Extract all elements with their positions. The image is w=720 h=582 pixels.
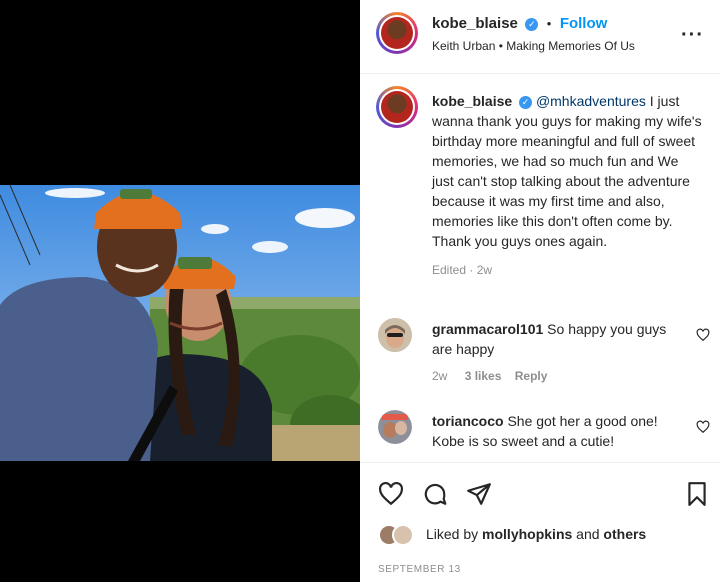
post-date: SEPTEMBER 13 — [378, 564, 461, 575]
author-avatar[interactable] — [376, 12, 418, 54]
caption-body: I just wanna thank you guys for making m… — [432, 93, 702, 249]
comment-avatar[interactable] — [378, 318, 412, 352]
post-actions: Liked by mollyhopkins and others SEPTEMB… — [360, 462, 720, 582]
liked-by-others[interactable]: others — [603, 526, 646, 542]
author-username[interactable]: kobe_blaise — [432, 15, 518, 32]
post-panel: kobe_blaise ✓ • Follow Keith Urban • Mak… — [360, 0, 720, 582]
liked-by-text: Liked by mollyhopkins and others — [426, 526, 646, 542]
comment-icon[interactable] — [422, 481, 448, 507]
liked-by-avatars[interactable] — [378, 524, 422, 548]
verified-icon: ✓ — [525, 18, 539, 31]
comment-age: 2w — [432, 369, 448, 383]
selfie-image — [0, 185, 360, 461]
caption-meta: Edited · 2w — [432, 263, 493, 277]
follow-button[interactable]: Follow — [560, 15, 608, 32]
heart-icon[interactable] — [696, 328, 710, 342]
separator-dot: • — [546, 16, 552, 31]
comment-username[interactable]: toriancoco — [432, 413, 504, 429]
comment-text: toriancoco She got her a good one! Kobe … — [432, 411, 684, 451]
comment-likes[interactable]: 3 likes — [465, 369, 502, 383]
comment-meta: 2w 3 likes Reply — [432, 369, 547, 383]
verified-icon: ✓ — [519, 96, 533, 109]
bookmark-icon[interactable] — [684, 481, 710, 507]
caption-username[interactable]: kobe_blaise — [432, 93, 512, 109]
comment-text: grammacarol101 So happy you guys are hap… — [432, 319, 684, 359]
post-media — [0, 0, 360, 582]
liked-by-prefix: Liked by — [426, 526, 483, 542]
liked-by-user[interactable]: mollyhopkins — [482, 526, 572, 542]
post-photo[interactable] — [0, 185, 360, 461]
heart-icon[interactable] — [696, 420, 710, 434]
post-caption: kobe_blaise ✓ @mhkadventures I just wann… — [432, 91, 704, 280]
liked-by-and: and — [572, 526, 604, 542]
share-icon[interactable] — [466, 481, 492, 507]
post-header: kobe_blaise ✓ • Follow Keith Urban • Mak… — [360, 0, 720, 74]
more-options-icon[interactable]: ··· — [681, 24, 704, 47]
caption-mention[interactable]: @mhkadventures — [536, 93, 646, 109]
audio-subtitle[interactable]: Keith Urban • Making Memories Of Us — [432, 39, 635, 53]
comment-username[interactable]: grammacarol101 — [432, 321, 543, 337]
caption-author-avatar[interactable] — [376, 86, 418, 128]
reply-button[interactable]: Reply — [515, 369, 548, 383]
heart-icon[interactable] — [378, 481, 404, 507]
comment-avatar[interactable] — [378, 410, 412, 444]
